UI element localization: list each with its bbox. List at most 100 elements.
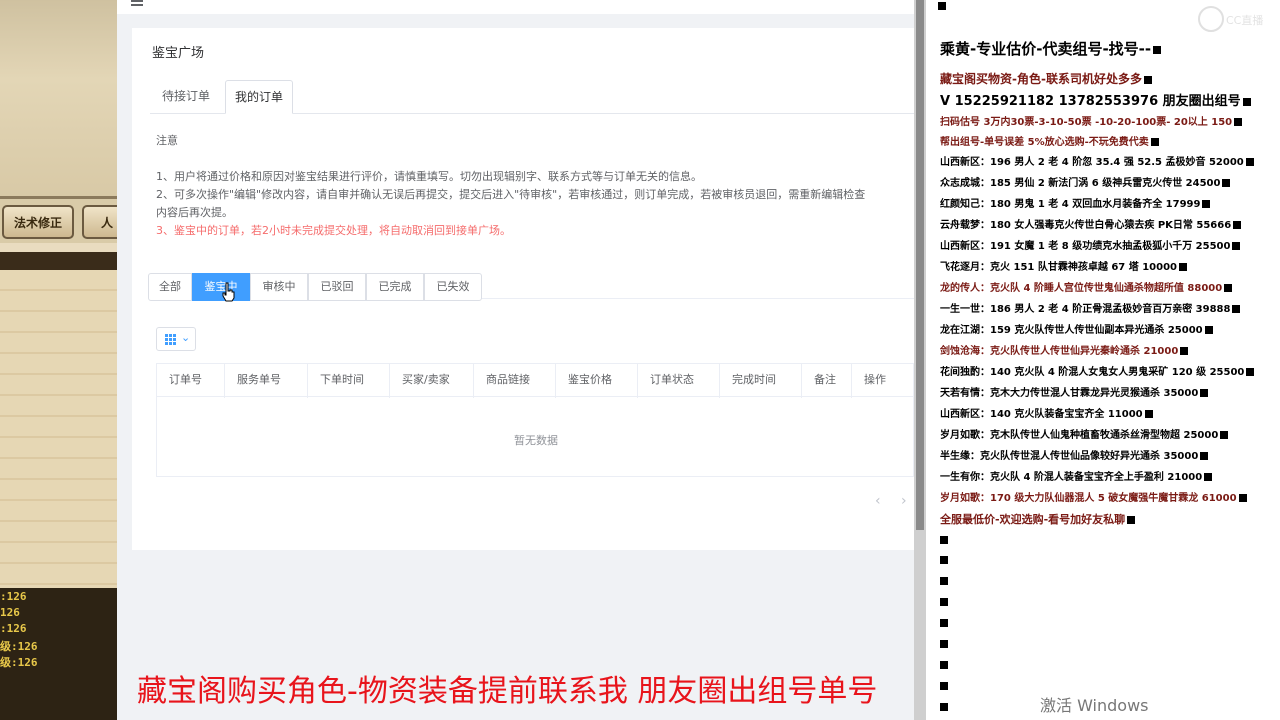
notice-title: 注意 [156, 134, 178, 147]
game-tab-2[interactable]: 人 [82, 205, 117, 239]
page-header [117, 0, 914, 14]
tab-my-orders[interactable]: 我的订单 [225, 80, 293, 114]
square-marker [1220, 431, 1229, 439]
listing-line-text: 一生有你：克火队 4 阶混人装备宝宝齐全上手盈利 21000 [940, 472, 1203, 483]
listing-line-text: 山西新区：196 男人 2 老 4 阶忽 35.4 强 52.5 孟极妙音 52… [940, 157, 1244, 168]
listing-line-text: V 15225921182 13782553976 朋友圈出组号 [940, 94, 1241, 109]
empty-state-text: 暂无数据 [514, 434, 558, 447]
column-header[interactable]: 买家/卖家 [390, 364, 474, 398]
listing-line: 藏宝阁买物资-角色-联系司机好处多多 [940, 70, 1152, 87]
listing-line-text: 云舟载梦：180 女人强毒克火传世白骨心猿去疾 PK日常 55666 [940, 220, 1232, 231]
chevron-right-icon[interactable]: › [901, 493, 907, 509]
stat-line: :126 [0, 622, 27, 635]
listing-line: 岁月如歌：170 级大力队仙器混人 5 破女魔强牛魔甘霖龙 61000 [940, 489, 1247, 504]
listing-line: 岁月如歌：克木队传世人仙鬼种植畜牧通杀丝滑型物超 25000 [940, 426, 1229, 441]
listing-line: 山西新区：140 克火队装备宝宝齐全 11000 [940, 405, 1153, 420]
column-header[interactable]: 商品链接 [474, 364, 556, 398]
order-tabs: 待接订单 我的订单 [150, 80, 914, 114]
listing-line: 龙的传人：克火队 4 阶睡人宫位传世鬼仙通杀物超所值 88000 [940, 279, 1233, 294]
listing-line-text: 天若有情：克木大力传世混人甘霖龙异光灵猴通杀 35000 [940, 388, 1199, 399]
column-header[interactable]: 服务单号 [225, 364, 308, 398]
square-marker [940, 619, 948, 627]
square-marker [938, 2, 946, 10]
square-marker [1200, 389, 1209, 397]
game-top-area [0, 0, 117, 198]
column-header[interactable]: 下单时间 [308, 364, 390, 398]
square-marker [1238, 494, 1247, 502]
windows-activation-text: 激活 Windows [1040, 696, 1149, 715]
filter-expired-button[interactable]: 已失效 [424, 273, 482, 301]
square-marker [1127, 516, 1136, 524]
square-marker [940, 536, 948, 544]
stat-line: 级:126 [0, 640, 38, 653]
listing-line: 天若有情：克木大力传世混人甘霖龙异光灵猴通杀 35000 [940, 384, 1209, 399]
listing-line-text: 扫码估号 3万内30票-3-10-50票 -10-20-100票- 20以上 1… [940, 117, 1233, 128]
listing-line: 花间独酌：140 克火队 4 阶混人女鬼女人男鬼采矿 120 级 25500 [940, 363, 1255, 378]
square-marker [1232, 305, 1241, 313]
square-marker [1246, 368, 1255, 376]
chevron-left-icon[interactable]: ‹ [875, 493, 881, 509]
stream-caption: 藏宝阁购买角色-物资装备提前联系我 朋友圈出组号单号 [137, 674, 878, 709]
square-marker [1179, 263, 1187, 271]
column-header[interactable]: 完成时间 [720, 364, 802, 398]
filter-rejected-button[interactable]: 已驳回 [308, 273, 366, 301]
square-marker [940, 703, 948, 711]
tab-pending-orders[interactable]: 待接订单 [150, 80, 222, 114]
game-tab-spell-correction[interactable]: 法术修正 [2, 205, 74, 239]
column-toggle-button[interactable]: ⌄ [156, 327, 196, 351]
watermark-text: CC直播 [1226, 14, 1264, 27]
game-panel: 法术修正 人 :126 126 :126 级:126 级:126 [0, 0, 117, 720]
filter-all-button[interactable]: 全部 [148, 273, 192, 301]
square-marker [1180, 347, 1189, 355]
listing-line: 半生缘：克火队传世混人传世仙品像较好异光通杀 35000 [940, 447, 1209, 462]
menu-icon[interactable] [131, 0, 143, 6]
square-marker [1233, 221, 1242, 229]
hand-cursor-icon [222, 282, 235, 302]
column-header[interactable]: 操作 [852, 364, 915, 398]
info-panel: CC直播 乘黄-专业估价-代卖组号-找号-- 藏宝阁买物资-角色-联系司机好处多… [926, 0, 1280, 720]
filter-completed-button[interactable]: 已完成 [366, 273, 424, 301]
square-marker [1232, 242, 1241, 250]
game-list-area [0, 270, 117, 590]
listing-line-text: 岁月如歌：克木队传世人仙鬼种植畜牧通杀丝滑型物超 25000 [940, 430, 1219, 441]
filter-reviewing-button[interactable]: 审核中 [250, 273, 308, 301]
listing-line: 云舟载梦：180 女人强毒克火传世白骨心猿去疾 PK日常 55666 [940, 216, 1242, 231]
browser-window: 鉴宝广场 待接订单 我的订单 注意 1、用户将通过价格和原因对鉴宝结果进行评价，… [117, 0, 916, 720]
table-body: 暂无数据 [156, 397, 914, 477]
square-marker [940, 661, 948, 669]
stat-line: 126 [0, 606, 20, 619]
square-marker [1200, 452, 1209, 460]
listing-line-text: 山西新区：191 女魔 1 老 8 级功绩克水抽孟极狐小千万 25500 [940, 241, 1231, 252]
chevron-down-icon: ⌄ [181, 331, 191, 344]
grid-icon [165, 334, 176, 345]
listing-line: 山西新区：191 女魔 1 老 8 级功绩克水抽孟极狐小千万 25500 [940, 237, 1241, 252]
stat-line: :126 [0, 590, 27, 603]
notice-line-2b: 内容后再次提。 [156, 206, 233, 219]
column-header[interactable]: 鉴宝价格 [556, 364, 638, 398]
column-header[interactable]: 订单号 [157, 364, 225, 398]
listing-line-text: 飞花逐月：克火 151 队甘霖神孩卓越 67 塔 10000 [940, 262, 1177, 273]
listing-line-text: 藏宝阁买物资-角色-联系司机好处多多 [940, 72, 1142, 86]
listing-line-text: 龙的传人：克火队 4 阶睡人宫位传世鬼仙通杀物超所值 88000 [940, 283, 1223, 294]
listing-line: V 15225921182 13782553976 朋友圈出组号 [940, 90, 1251, 109]
listing-line-text: 帮出组号-单号误差 5%放心选购-不玩免费代卖 [940, 137, 1149, 148]
game-band [0, 252, 117, 270]
listing-line: 红颜知己：180 男鬼 1 老 4 双回血水月装备齐全 17999 [940, 195, 1211, 210]
column-header[interactable]: 备注 [802, 364, 852, 398]
square-marker [940, 682, 948, 690]
page-title: 鉴宝广场 [152, 46, 205, 61]
listing-line: 飞花逐月：克火 151 队甘霖神孩卓越 67 塔 10000 [940, 258, 1187, 273]
listing-line: 全服最低价-欢迎选购-看号加好友私聊 [940, 511, 1136, 527]
listing-line-text: 岁月如歌：170 级大力队仙器混人 5 破女魔强牛魔甘霖龙 61000 [940, 493, 1237, 504]
square-marker [1204, 326, 1213, 334]
notice-line-3: 3、鉴宝中的订单，若2小时未完成提交处理，将自动取消回到接单广场。 [156, 224, 511, 237]
status-filter-row [156, 298, 916, 348]
listing-line-text: 一生一世：186 男人 2 老 4 阶正骨混孟极妙音百万亲密 39888 [940, 304, 1231, 315]
scrollbar-thumb[interactable] [916, 0, 924, 530]
watermark-logo-icon [1198, 6, 1224, 32]
panel-header-text: 乘黄-专业估价-代卖组号-找号-- [940, 40, 1152, 58]
column-header[interactable]: 订单状态 [638, 364, 720, 398]
square-marker [1222, 179, 1231, 187]
stat-line: 级:126 [0, 656, 38, 669]
square-marker [1202, 200, 1211, 208]
